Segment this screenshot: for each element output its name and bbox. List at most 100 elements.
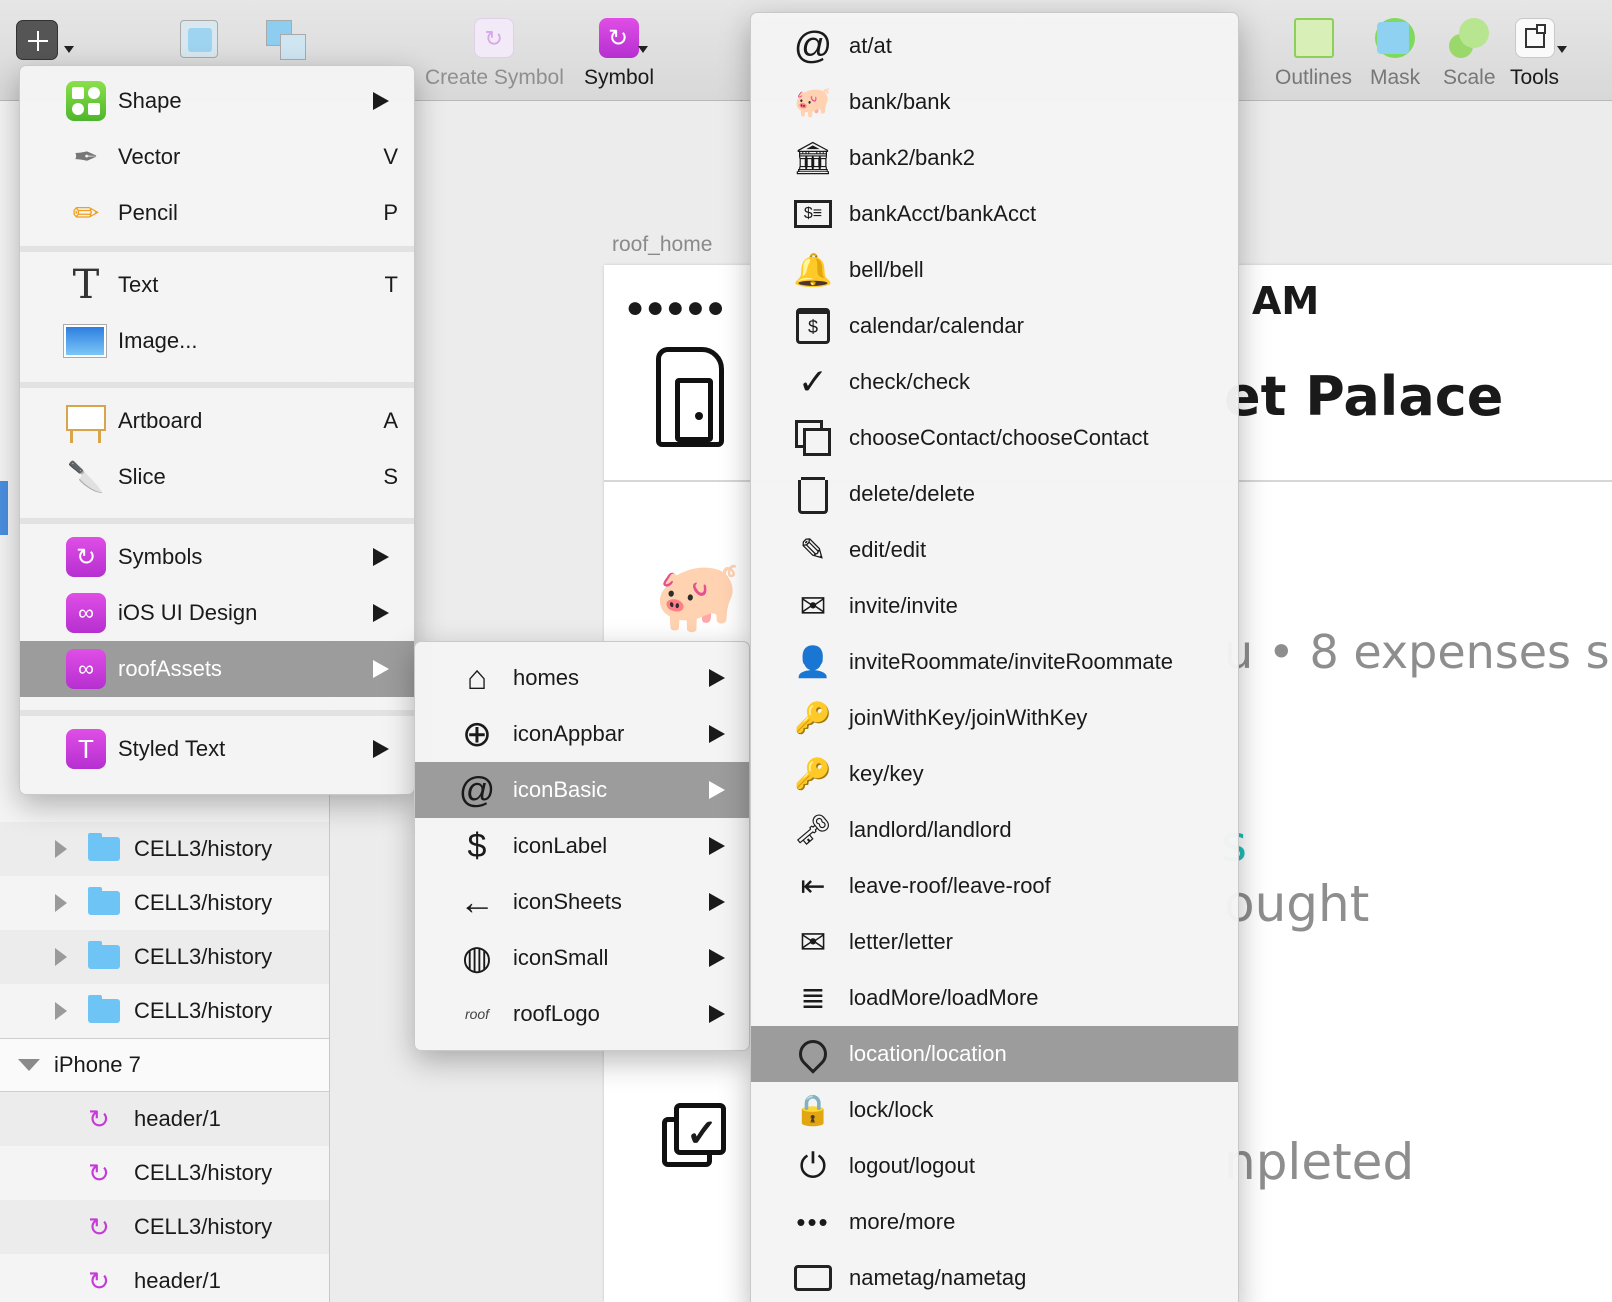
icon-item-key[interactable]: 🔑 key/key xyxy=(751,746,1238,802)
layer-row[interactable]: ↻ header/1 xyxy=(0,1254,329,1302)
icon-item-check[interactable]: ✓ check/check xyxy=(751,354,1238,410)
menu-separator xyxy=(20,518,414,524)
group-button[interactable] xyxy=(178,18,220,60)
create-symbol-icon: ↻ xyxy=(474,18,515,58)
icon-item-label: check/check xyxy=(849,369,971,394)
shortcut-key: V xyxy=(383,144,398,169)
icon-item-calendar[interactable]: $ calendar/calendar xyxy=(751,298,1238,354)
icon-item-lock[interactable]: 🔒 lock/lock xyxy=(751,1082,1238,1138)
menu-item-vector[interactable]: ✒ Vector V xyxy=(20,129,414,185)
submenu-arrow-icon xyxy=(709,1005,725,1023)
icon-item-landlord[interactable]: 🗝 landlord/landlord xyxy=(751,802,1238,858)
artboard-group-row[interactable]: iPhone 7 xyxy=(0,1038,329,1092)
bell-icon: 🔔 xyxy=(793,252,833,288)
menu-item-artboard[interactable]: Artboard A xyxy=(20,393,414,449)
tools-caret-icon[interactable] xyxy=(1557,46,1567,53)
submenu-item-label: iconSmall xyxy=(513,945,609,970)
selection-indicator xyxy=(0,481,8,535)
submenu-arrow-icon xyxy=(709,837,725,855)
submenu-arrow-icon xyxy=(709,725,725,743)
layer-label: CELL3/history xyxy=(134,998,273,1023)
icon-item-at[interactable]: @ at/at xyxy=(751,18,1238,74)
layer-row[interactable]: ↻ CELL3/history xyxy=(0,1146,329,1200)
icon-item-bank[interactable]: 🐖 bank/bank xyxy=(751,74,1238,130)
icon-item-delete[interactable]: delete/delete xyxy=(751,466,1238,522)
knife-icon: 🔪 xyxy=(67,460,105,494)
load-more-icon: ≣ xyxy=(800,981,826,1015)
piggy-bank-icon: 🐖 xyxy=(794,85,832,119)
submenu-item-rooflogo[interactable]: roof roofLogo xyxy=(415,986,749,1042)
insert-button[interactable] xyxy=(16,20,58,60)
layer-row[interactable]: ↻ header/1 xyxy=(0,1092,329,1146)
icon-item-letter[interactable]: ✉ letter/letter xyxy=(751,914,1238,970)
disclosure-triangle-icon[interactable] xyxy=(55,894,67,912)
menu-item-image[interactable]: Image... xyxy=(20,313,414,369)
insert-caret-icon[interactable] xyxy=(64,46,74,53)
mask-icon xyxy=(1375,18,1416,58)
menu-item-ios-ui-design[interactable]: ∞ iOS UI Design xyxy=(20,585,414,641)
mask-button[interactable]: Mask xyxy=(1370,18,1420,90)
layer-label: CELL3/history xyxy=(134,836,273,861)
create-symbol-button[interactable]: ↻ Create Symbol xyxy=(425,18,564,90)
symbol-button[interactable]: ↻ Symbol xyxy=(584,18,654,90)
icon-item-location[interactable]: location/location xyxy=(751,1026,1238,1082)
shortcut-key: S xyxy=(383,464,398,489)
layer-row[interactable]: CELL3/history xyxy=(0,984,329,1038)
layer-row[interactable]: CELL3/history xyxy=(0,930,329,984)
submenu-item-iconsmall[interactable]: ◍ iconSmall xyxy=(415,930,749,986)
menu-item-styled-text[interactable]: T Styled Text xyxy=(20,721,414,777)
icon-item-loadmore[interactable]: ≣ loadMore/loadMore xyxy=(751,970,1238,1026)
submenu-item-iconsheets[interactable]: ← iconSheets xyxy=(415,874,749,930)
menu-item-label: Shape xyxy=(118,88,182,113)
tools-button[interactable]: Tools xyxy=(1510,18,1559,90)
layer-row[interactable]: CELL3/history xyxy=(0,822,329,876)
symbol-instance-icon: ↻ xyxy=(88,1158,110,1188)
layer-row[interactable]: CELL3/history xyxy=(0,876,329,930)
icon-item-edit[interactable]: ✎ edit/edit xyxy=(751,522,1238,578)
artboard-name[interactable]: roof_home xyxy=(612,233,712,257)
menu-item-pencil[interactable]: ✏ Pencil P xyxy=(20,185,414,241)
choose-contact-icon xyxy=(793,418,833,458)
symbol-caret-icon[interactable] xyxy=(638,46,648,53)
menu-item-slice[interactable]: 🔪 Slice S xyxy=(20,449,414,505)
icon-item-nametag[interactable]: nametag/nametag xyxy=(751,1250,1238,1302)
icon-item-bank2[interactable]: 🏛 bank2/bank2 xyxy=(751,130,1238,186)
submenu-arrow-icon xyxy=(373,548,389,566)
tools-icon xyxy=(1514,18,1555,58)
disclosure-triangle-icon[interactable] xyxy=(55,1002,67,1020)
layer-row[interactable]: ↻ CELL3/history xyxy=(0,1200,329,1254)
outlines-button[interactable]: Outlines xyxy=(1275,18,1352,90)
menu-item-text[interactable]: T Text T xyxy=(20,257,414,313)
submenu-item-label: iconBasic xyxy=(513,777,608,802)
scale-button[interactable]: Scale xyxy=(1443,18,1496,90)
disclosure-triangle-icon[interactable] xyxy=(55,948,67,966)
menu-item-roofassets[interactable]: ∞ roofAssets xyxy=(20,641,414,697)
icon-item-label: more/more xyxy=(849,1209,956,1234)
library-icon: ∞ xyxy=(66,649,106,689)
submenu-item-iconlabel[interactable]: $ iconLabel xyxy=(415,818,749,874)
submenu-item-label: iconSheets xyxy=(513,889,622,914)
submenu-item-homes[interactable]: ⌂ homes xyxy=(415,650,749,706)
submenu-item-iconappbar[interactable]: ⊕ iconAppbar xyxy=(415,706,749,762)
icon-item-invite[interactable]: ✉ invite/invite xyxy=(751,578,1238,634)
icon-item-more[interactable]: ••• more/more xyxy=(751,1194,1238,1250)
symbol-icon: ↻ xyxy=(599,18,640,58)
ungroup-button[interactable] xyxy=(264,18,310,62)
icon-item-inviteroommate[interactable]: 👤 inviteRoommate/inviteRoommate xyxy=(751,634,1238,690)
submenu-arrow-icon xyxy=(373,604,389,622)
roof-logo-icon: roof xyxy=(464,1006,490,1022)
menu-item-label: Text xyxy=(118,272,159,297)
disclosure-triangle-icon[interactable] xyxy=(55,840,67,858)
styled-text-icon: T xyxy=(66,729,106,769)
icon-item-joinwithkey[interactable]: 🔑 joinWithKey/joinWithKey xyxy=(751,690,1238,746)
icon-item-label: loadMore/loadMore xyxy=(849,985,1039,1010)
menu-item-shape[interactable]: Shape xyxy=(20,73,414,129)
icon-item-bankacct[interactable]: $≡ bankAcct/bankAcct xyxy=(751,186,1238,242)
submenu-item-iconbasic[interactable]: @ iconBasic xyxy=(415,762,749,818)
menu-item-symbols[interactable]: ↻ Symbols xyxy=(20,529,414,585)
icon-item-leave-roof[interactable]: ⇤ leave-roof/leave-roof xyxy=(751,858,1238,914)
disclosure-triangle-open-icon[interactable] xyxy=(18,1059,40,1071)
icon-item-logout[interactable]: ⏻ logout/logout xyxy=(751,1138,1238,1194)
icon-item-choosecontact[interactable]: chooseContact/chooseContact xyxy=(751,410,1238,466)
icon-item-bell[interactable]: 🔔 bell/bell xyxy=(751,242,1238,298)
